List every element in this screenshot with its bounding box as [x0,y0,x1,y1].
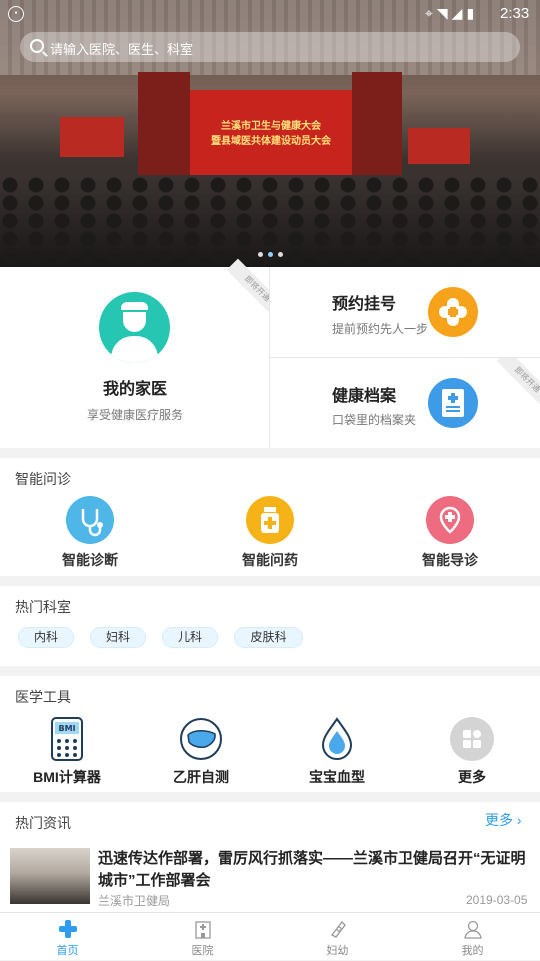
doctor-cap-shape [119,300,150,312]
bottom-tab-bar: 首页 医院 妇幼 我的 [0,912,540,960]
appointment-title: 预约挂号 [332,296,397,313]
smart-guide-label: 智能导诊 [422,552,478,568]
tab-hospital-label: 医院 [191,945,214,957]
liver-icon [179,717,223,761]
news-source: 兰溪市卫健局 [98,894,171,908]
notification-icon: ● [8,6,24,22]
hepatitis-test-label: 乙肝自测 [173,769,229,785]
tab-mine-label: 我的 [461,945,484,957]
baby-blood-type-label: 宝宝血型 [309,769,365,785]
health-record-icon [428,378,478,428]
smart-medicine-button[interactable]: 智能问药 [200,496,340,570]
section-title: 智能问诊 [15,471,71,487]
section-title: 热门资讯 [15,815,71,831]
family-doctor-subtitle: 享受健康医疗服务 [86,408,183,422]
search-input[interactable]: 请输入医院、医生、科室 [50,39,193,58]
health-records-card[interactable]: 即将开通 健康档案 口袋里的档案夹 [270,358,540,448]
tab-maternal-child[interactable]: 妇幼 [270,913,405,961]
medical-tools-section: 医学工具 BMI BMI计算器 乙肝自测 宝宝血型 更多 [0,676,540,792]
popular-departments-section: 热门科室 内科 妇科 儿科 皮肤科 [0,586,540,666]
smart-consult-section: 智能问诊 智能诊断 智能问药 智能导诊 [0,458,540,576]
more-tools-label: 更多 [458,769,486,785]
smart-diagnosis-button[interactable]: 智能诊断 [20,496,160,570]
health-records-subtitle: 口袋里的档案夹 [332,413,417,427]
status-icons: ⌖◥◢▮ [425,5,478,22]
department-chip-internal[interactable]: 内科 [18,627,74,648]
medicine-bottle-icon [246,496,294,544]
hepatitis-test-button[interactable]: 乙肝自测 [141,717,261,787]
family-doctor-title: 我的家医 [102,381,167,398]
status-time: 2:33 [500,5,530,22]
blood-drop-icon [315,717,359,761]
carousel-dot [258,252,263,257]
banner-curtain-right [352,72,402,190]
svg-text:BMI: BMI [58,724,75,733]
hospital-icon [193,919,213,939]
bmi-calculator-button[interactable]: BMI BMI计算器 [7,717,127,787]
news-date: 2019-03-05 [466,893,528,907]
carousel-indicator [258,252,288,258]
doctor-body-shape [111,336,158,363]
bmi-calculator-label: BMI计算器 [33,769,101,785]
tab-hospital[interactable]: 医院 [135,913,270,961]
more-tools-button[interactable]: 更多 [412,717,532,787]
news-more-label: 更多 [485,812,513,828]
location-icon: ⌖ [425,5,437,21]
news-title[interactable]: 迅速传达作部署，雷厉风行抓落实——兰溪市卫健局召开“无证明城市”工作部署会 [98,848,533,892]
tab-maternal-child-label: 妇幼 [326,945,349,957]
home-cross-icon [58,919,78,939]
carousel-dot-active [268,252,273,257]
news-more-link[interactable]: 更多 › [485,810,522,830]
section-title: 热门科室 [15,599,71,615]
location-guide-icon [426,496,474,544]
more-grid-icon [450,717,494,761]
wifi-icon: ◥ [436,5,452,21]
smart-guide-button[interactable]: 智能导诊 [380,496,520,570]
department-chip-gynecology[interactable]: 妇科 [90,627,146,648]
smart-diagnosis-label: 智能诊断 [62,552,118,568]
carousel-dot [278,252,283,257]
smart-medicine-label: 智能问药 [242,552,298,568]
chevron-right-icon: › [516,812,522,828]
coming-soon-ribbon: 即将开通 [496,358,540,411]
baby-blood-type-button[interactable]: 宝宝血型 [277,717,397,787]
stethoscope-icon [66,496,114,544]
mother-baby-icon [328,919,348,939]
banner-curtain-left [138,72,190,190]
search-icon [30,39,44,53]
signal-icon: ◢ [451,5,467,21]
status-bar: ● ⌖◥◢▮ 2:33 [0,0,540,28]
user-icon [463,919,483,939]
bmi-calculator-icon: BMI [45,717,89,761]
battery-icon: ▮ [466,5,479,21]
department-chip-dermatology[interactable]: 皮肤科 [234,627,303,648]
tab-home[interactable]: 首页 [0,913,135,961]
news-thumbnail[interactable] [10,848,90,904]
tab-home-label: 首页 [56,945,79,957]
banner-side-screen-right [408,128,470,164]
banner-stage-line2: 暨县域医共体建设动员大会 [211,136,331,147]
banner-side-screen-left [60,117,124,157]
department-chip-pediatrics[interactable]: 儿科 [162,627,218,648]
banner-stage-line1: 兰溪市卫生与健康大会 [221,121,321,132]
appointment-subtitle: 提前预约先人一步 [332,322,429,336]
section-title: 医学工具 [15,689,71,705]
tab-mine[interactable]: 我的 [405,913,540,961]
appointment-icon [428,287,478,337]
health-records-title: 健康档案 [332,388,397,405]
doctor-avatar-icon [99,292,170,363]
appointment-card[interactable]: 预约挂号 提前预约先人一步 [270,267,540,357]
search-bar[interactable]: 请输入医院、医生、科室 [20,32,520,62]
